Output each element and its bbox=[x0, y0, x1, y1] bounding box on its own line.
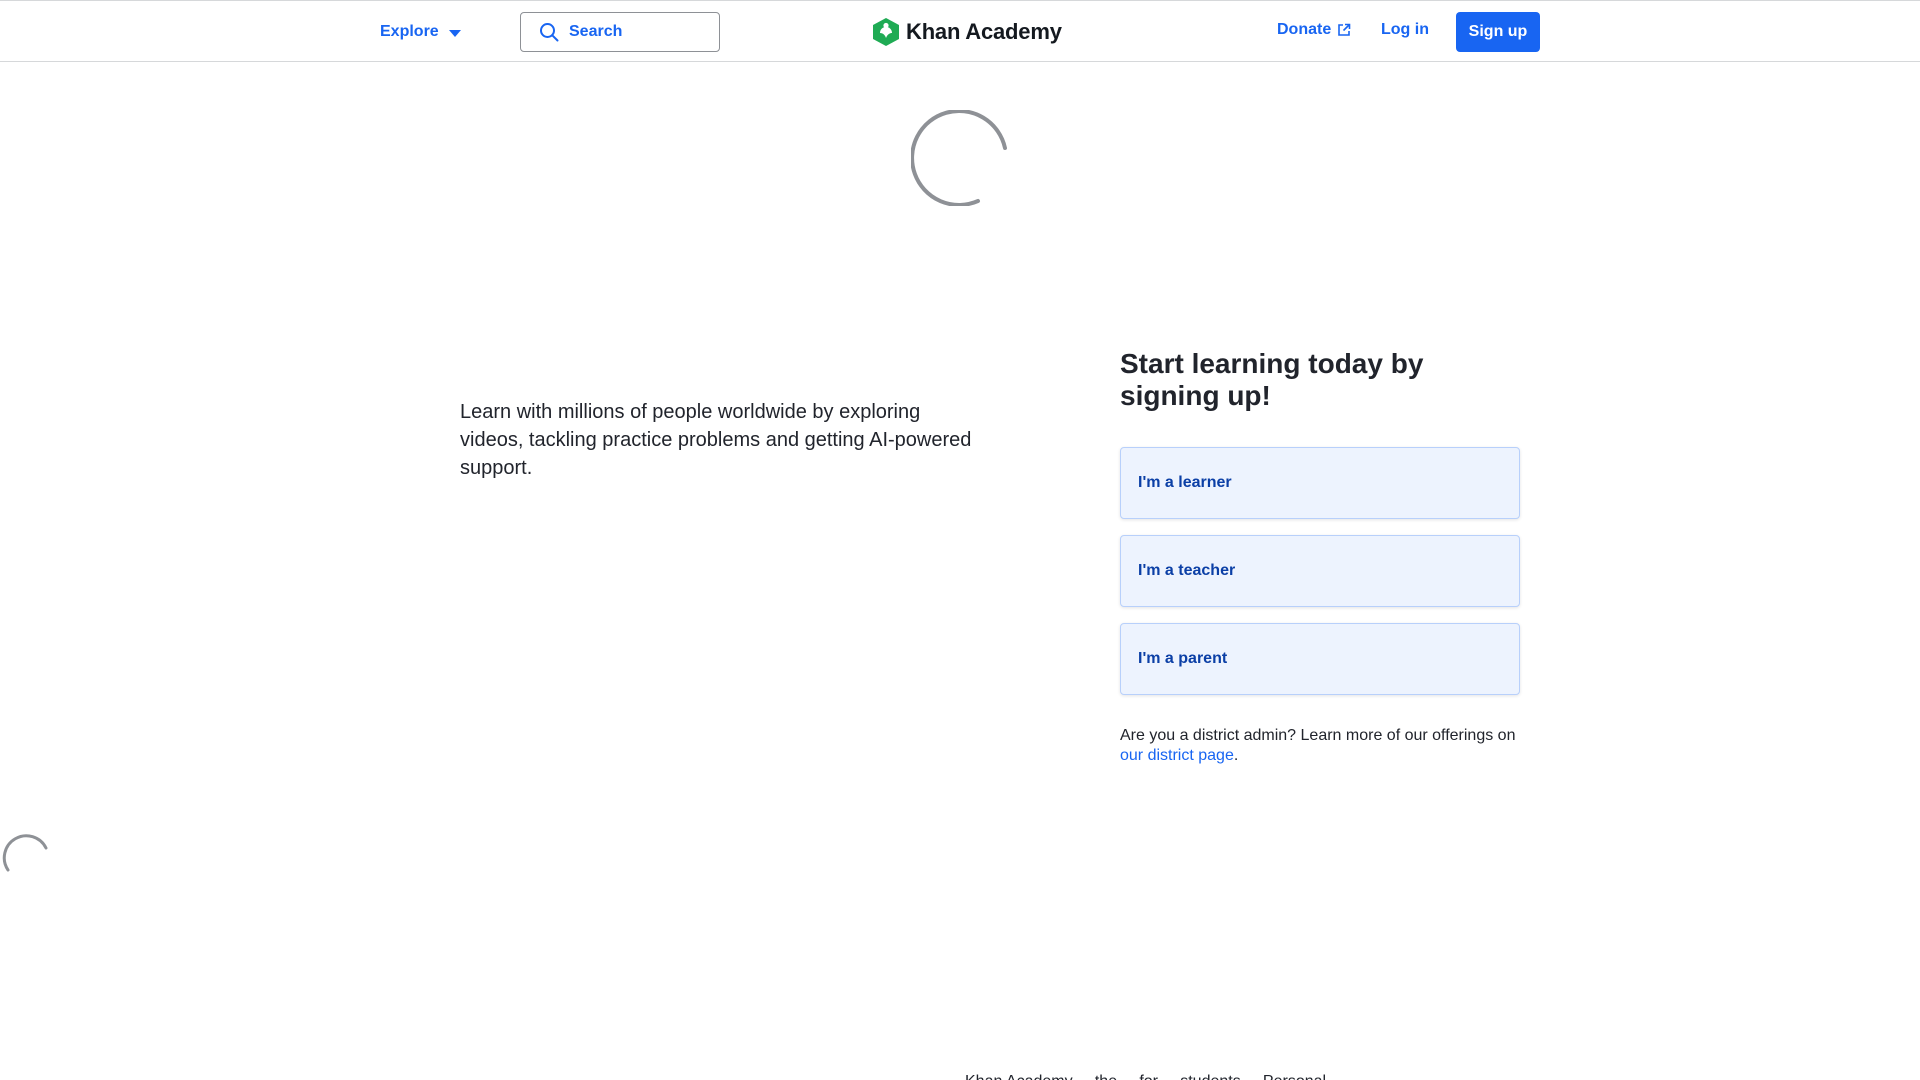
loading-spinner-icon bbox=[2, 834, 48, 872]
parent-role-button[interactable]: I'm a parent bbox=[1120, 623, 1520, 695]
parent-role-label: I'm a parent bbox=[1138, 650, 1228, 667]
site-header: Explore Search Khan Academy Donate Log i… bbox=[0, 0, 1920, 62]
intro-text: Learn with millions of people worldwide … bbox=[460, 401, 972, 479]
teacher-role-label: I'm a teacher bbox=[1138, 562, 1236, 579]
explore-label: Explore bbox=[380, 23, 439, 40]
search-input[interactable]: Search bbox=[520, 12, 720, 52]
login-link[interactable]: Log in bbox=[1381, 21, 1429, 39]
khan-hexagon-logo-icon bbox=[873, 18, 899, 46]
external-link-icon bbox=[1338, 23, 1351, 36]
footer-clipped-line: Khan Academy ... the ... for ... student… bbox=[965, 1072, 1525, 1080]
signup-button[interactable]: Sign up bbox=[1456, 12, 1540, 52]
district-period: . bbox=[1233, 747, 1239, 764]
district-text: Are you a district admin? Learn more of … bbox=[1120, 727, 1516, 744]
khan-academy-logo[interactable]: Khan Academy bbox=[872, 15, 1062, 49]
footer-clipped-text: Khan Academy ... the ... for ... student… bbox=[965, 1072, 1525, 1080]
learner-role-button[interactable]: I'm a learner bbox=[1120, 447, 1520, 519]
search-placeholder: Search bbox=[569, 23, 623, 40]
district-admin-note: Are you a district admin? Learn more of … bbox=[1120, 726, 1540, 766]
teacher-role-button[interactable]: I'm a teacher bbox=[1120, 535, 1520, 607]
donate-label: Donate bbox=[1277, 21, 1332, 38]
explore-menu-button[interactable]: Explore bbox=[380, 19, 461, 45]
signup-heading: Start learning today by signing up! bbox=[1120, 348, 1424, 411]
district-page-link[interactable]: our district page bbox=[1120, 747, 1234, 764]
caret-down-icon bbox=[448, 29, 461, 37]
loading-spinner-icon bbox=[911, 110, 1007, 206]
logo-text: Khan Academy bbox=[906, 19, 1062, 44]
search-icon bbox=[540, 23, 559, 42]
learner-role-label: I'm a learner bbox=[1138, 474, 1232, 491]
donate-link[interactable]: Donate bbox=[1277, 21, 1351, 39]
